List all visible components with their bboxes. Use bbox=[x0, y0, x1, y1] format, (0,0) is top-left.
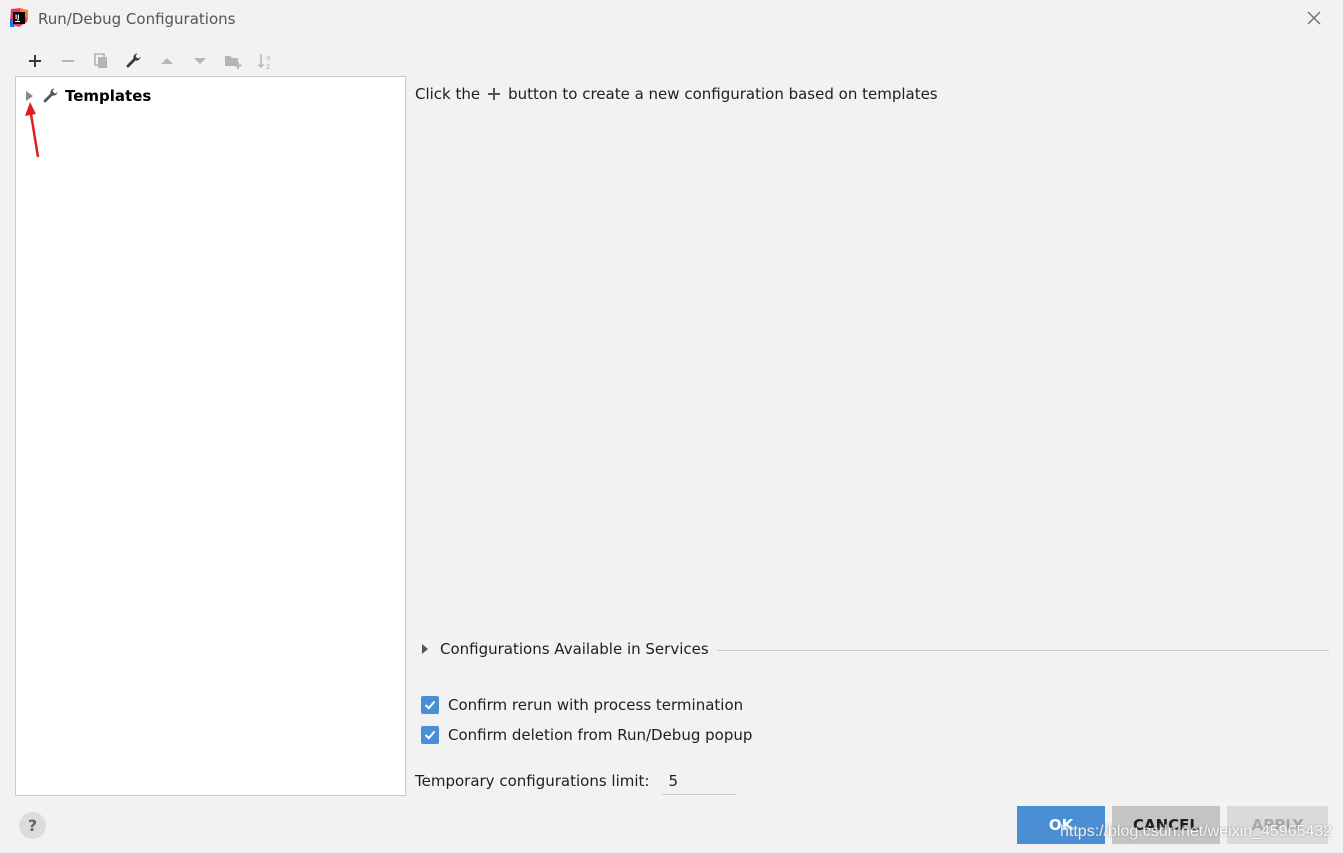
temp-config-limit-row: Temporary configurations limit: bbox=[415, 767, 737, 795]
temp-config-limit-input[interactable] bbox=[662, 767, 737, 795]
close-icon bbox=[1307, 11, 1321, 25]
section-divider bbox=[716, 649, 1329, 651]
move-up-button[interactable] bbox=[150, 48, 183, 74]
configuration-tree: Templates bbox=[15, 76, 406, 796]
help-icon: ? bbox=[27, 816, 38, 835]
wrench-icon bbox=[42, 87, 60, 105]
remove-icon bbox=[61, 60, 74, 62]
svg-text:a: a bbox=[266, 54, 270, 62]
watermark-text: https://blog.csdn.net/weixin_45965432 bbox=[1060, 823, 1333, 840]
window-title: Run/Debug Configurations bbox=[38, 10, 236, 28]
edit-templates-button[interactable] bbox=[117, 48, 150, 74]
add-icon bbox=[488, 88, 501, 100]
help-button[interactable]: ? bbox=[19, 812, 46, 839]
hint-text-after: button to create a new configuration bas… bbox=[508, 85, 938, 103]
move-down-button[interactable] bbox=[183, 48, 216, 74]
chevron-right-icon bbox=[422, 644, 428, 654]
confirm-deletion-checkbox[interactable]: Confirm deletion from Run/Debug popup bbox=[421, 724, 752, 746]
tree-item-label: Templates bbox=[65, 87, 152, 105]
title-bar: IJ Run/Debug Configurations bbox=[0, 0, 1343, 38]
copy-icon bbox=[93, 53, 107, 68]
checkbox-label: Confirm rerun with process termination bbox=[448, 696, 744, 714]
services-section-toggle[interactable]: Configurations Available in Services bbox=[419, 638, 1329, 660]
checkbox-checked[interactable] bbox=[421, 726, 439, 744]
sort-alphabetically-button[interactable]: a z bbox=[249, 48, 282, 74]
svg-text:z: z bbox=[266, 62, 270, 70]
sort-alpha-icon: a z bbox=[257, 54, 270, 70]
confirm-rerun-checkbox[interactable]: Confirm rerun with process termination bbox=[421, 694, 743, 716]
close-button[interactable] bbox=[1305, 9, 1323, 27]
copy-configuration-button[interactable] bbox=[84, 48, 117, 74]
empty-state-hint: Click the button to create a new configu… bbox=[415, 85, 938, 103]
hint-text-before: Click the bbox=[415, 85, 481, 103]
annotation-arrow-icon bbox=[25, 102, 40, 158]
move-up-icon bbox=[160, 58, 173, 64]
new-folder-icon bbox=[224, 56, 241, 69]
run-debug-dialog: IJ Run/Debug Configurations a z Template… bbox=[0, 0, 1343, 853]
wrench-icon bbox=[126, 53, 141, 68]
configuration-toolbar: a z bbox=[18, 48, 282, 74]
add-configuration-button[interactable] bbox=[18, 48, 51, 74]
check-icon bbox=[424, 700, 436, 710]
services-section-label: Configurations Available in Services bbox=[440, 640, 709, 658]
svg-text:IJ: IJ bbox=[15, 14, 19, 21]
move-down-icon bbox=[193, 58, 206, 64]
temp-config-limit-label: Temporary configurations limit: bbox=[415, 772, 650, 790]
checkbox-checked[interactable] bbox=[421, 696, 439, 714]
new-folder-button[interactable] bbox=[216, 48, 249, 74]
intellij-app-icon: IJ bbox=[9, 8, 29, 28]
checkbox-label: Confirm deletion from Run/Debug popup bbox=[448, 726, 753, 744]
add-icon bbox=[28, 55, 41, 67]
check-icon bbox=[424, 730, 436, 740]
remove-configuration-button[interactable] bbox=[51, 48, 84, 74]
